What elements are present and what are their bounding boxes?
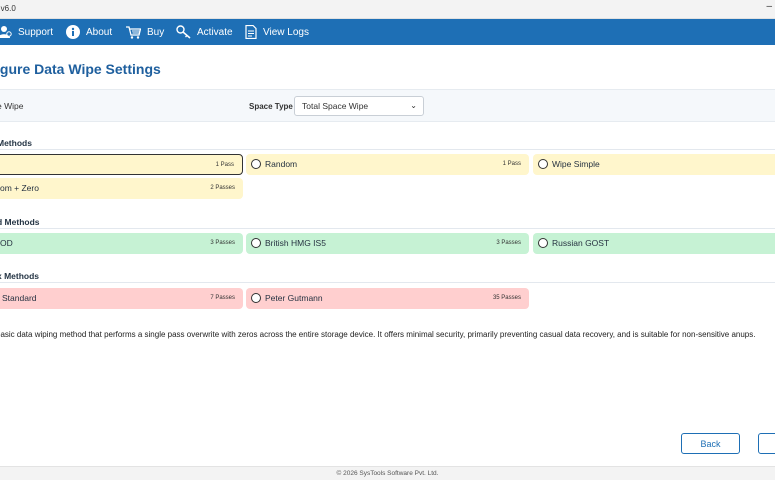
back-button[interactable]: Back xyxy=(681,433,740,454)
settings-bar: e Wipe Space Type Total Space Wipe ⌄ xyxy=(0,89,775,122)
wipe-method-option[interactable]: Standard 7 Passes xyxy=(0,288,243,309)
wipe-label: e Wipe xyxy=(0,101,24,111)
space-type-select[interactable]: Total Space Wipe ⌄ xyxy=(294,96,424,116)
page-title: igure Data Wipe Settings xyxy=(0,61,161,77)
method-passes: 1 Pass xyxy=(502,161,521,167)
wipe-method-option[interactable]: Peter Gutmann 35 Passes xyxy=(246,288,529,309)
method-passes: 2 Passes xyxy=(210,185,235,191)
method-name: Russian GOST xyxy=(552,238,610,248)
window-title: e v6.0 xyxy=(0,4,16,13)
radio-button[interactable] xyxy=(538,238,548,248)
wipe-method-option[interactable]: om + Zero 2 Passes xyxy=(0,178,243,199)
menu-support[interactable]: Support xyxy=(0,19,53,45)
info-icon xyxy=(66,25,80,39)
section-title: x Methods xyxy=(0,271,40,281)
radio-button[interactable] xyxy=(251,159,261,169)
method-name: British HMG IS5 xyxy=(265,238,326,248)
menu-bar: Support About Buy Activate View Logs xyxy=(0,19,775,45)
menu-about-label: About xyxy=(86,26,113,38)
space-type-label: Space Type xyxy=(249,102,293,111)
key-icon xyxy=(176,25,191,39)
section-title: Methods xyxy=(0,138,32,148)
menu-buy-label: Buy xyxy=(147,26,165,38)
chevron-down-icon: ⌄ xyxy=(410,101,417,110)
wipe-method-option[interactable]: Wipe Simple xyxy=(533,154,775,175)
title-bar: e v6.0 – xyxy=(0,0,775,19)
space-type-value: Total Space Wipe xyxy=(302,101,369,111)
support-icon xyxy=(0,26,12,38)
method-passes: 35 Passes xyxy=(492,295,521,301)
wipe-method-option[interactable]: OD 3 Passes xyxy=(0,233,243,254)
method-name: Random xyxy=(265,159,298,169)
radio-button[interactable] xyxy=(251,238,261,248)
radio-button[interactable] xyxy=(538,159,548,169)
method-passes: 1 Pass xyxy=(215,162,234,168)
section-title: d Methods xyxy=(0,217,40,227)
wipe-method-option[interactable]: Russian GOST xyxy=(533,233,775,254)
footer: © 2026 SysTools Software Pvt. Ltd. xyxy=(0,466,775,480)
minimize-button[interactable]: – xyxy=(766,1,772,12)
section-divider xyxy=(0,149,775,150)
logs-icon xyxy=(245,25,257,39)
next-button[interactable] xyxy=(758,433,775,454)
radio-button[interactable] xyxy=(251,293,261,303)
menu-activate-label: Activate xyxy=(197,26,233,38)
copyright-text: © 2026 SysTools Software Pvt. Ltd. xyxy=(336,470,439,477)
menu-about[interactable]: About xyxy=(66,19,112,45)
menu-activate[interactable]: Activate xyxy=(176,19,233,45)
method-name: om + Zero xyxy=(0,183,39,193)
method-name: Peter Gutmann xyxy=(265,293,323,303)
method-name: OD xyxy=(0,238,13,248)
menu-buy[interactable]: Buy xyxy=(126,19,164,45)
method-name: Wipe Simple xyxy=(552,159,600,169)
method-passes: 3 Passes xyxy=(210,240,235,246)
method-name: Standard xyxy=(2,293,37,303)
menu-support-label: Support xyxy=(18,26,54,38)
section-divider xyxy=(0,282,775,283)
wipe-method-option[interactable]: 1 Pass xyxy=(0,154,243,175)
wipe-method-option[interactable]: Random 1 Pass xyxy=(246,154,529,175)
cart-icon xyxy=(126,26,141,39)
section-divider xyxy=(0,228,775,229)
method-passes: 3 Passes xyxy=(496,240,521,246)
wipe-method-option[interactable]: British HMG IS5 3 Passes xyxy=(246,233,529,254)
menu-view-logs[interactable]: View Logs xyxy=(245,19,309,45)
menu-view-logs-label: View Logs xyxy=(263,26,309,38)
method-description: basic data wiping method that performs a… xyxy=(0,330,756,339)
method-passes: 7 Passes xyxy=(210,295,235,301)
